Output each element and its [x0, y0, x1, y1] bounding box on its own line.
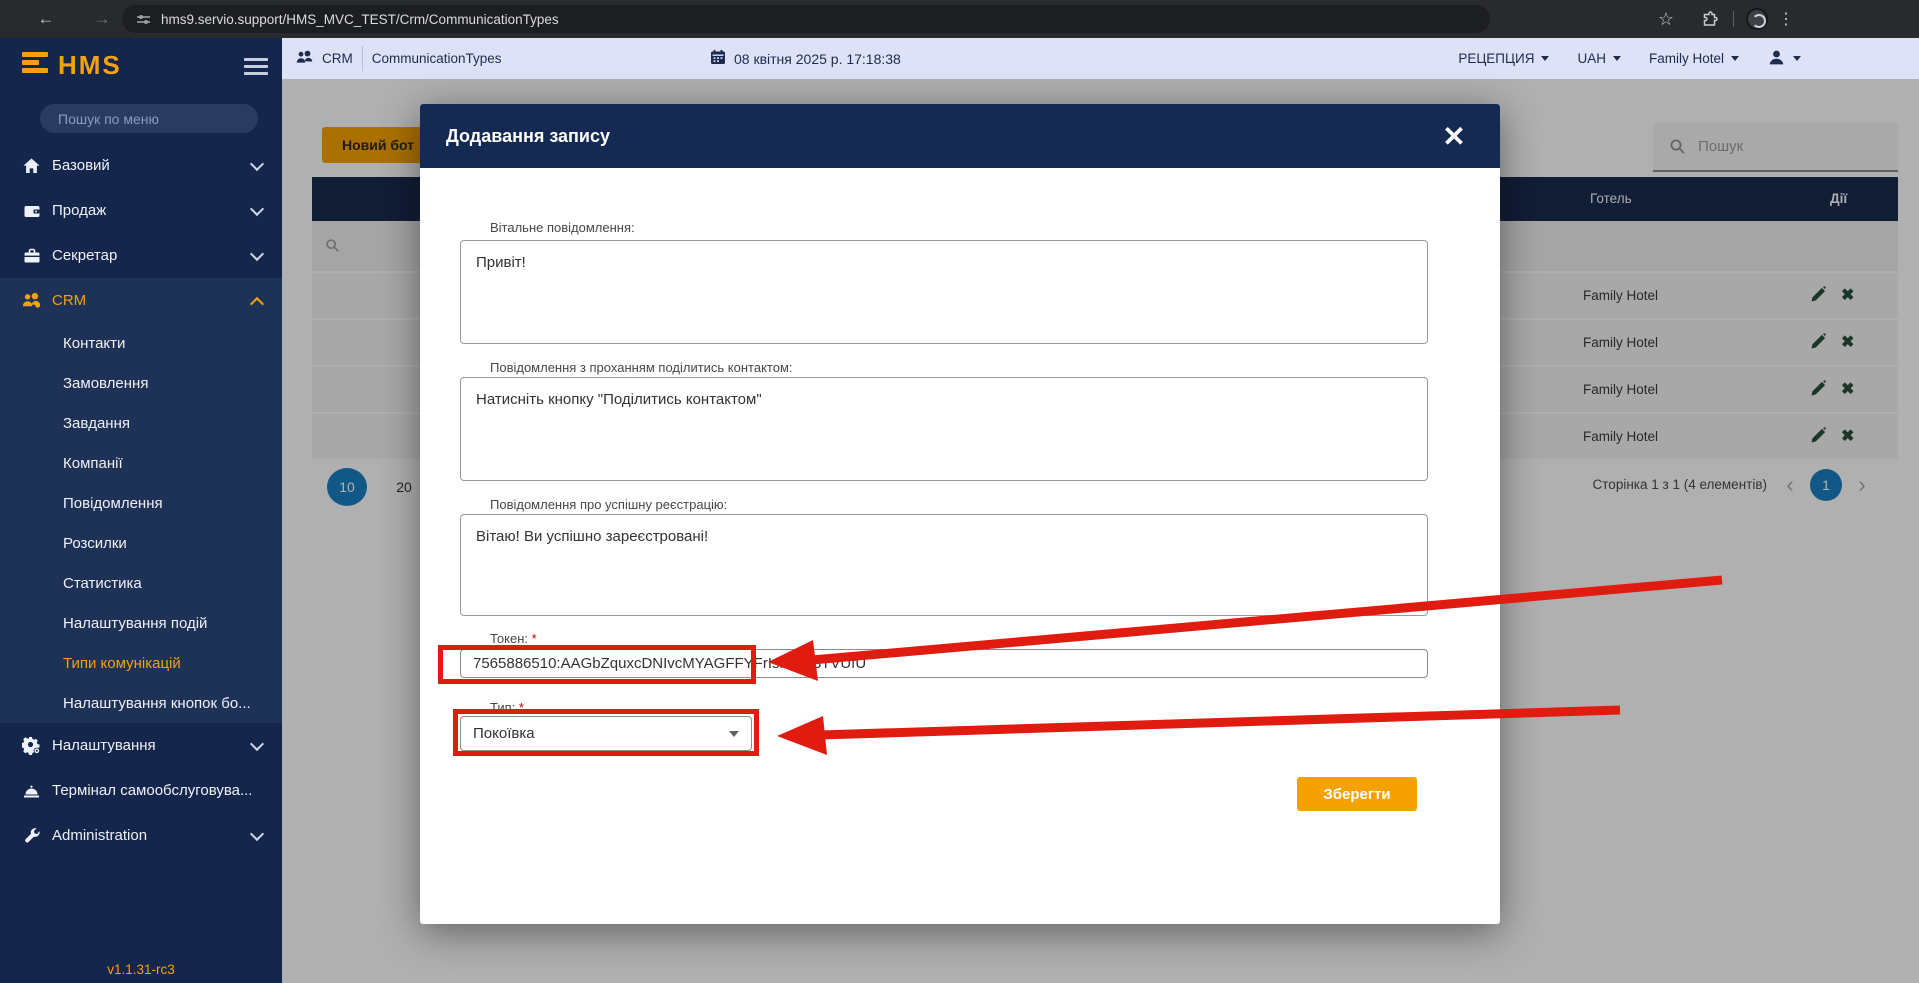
sidebar-item-administration[interactable]: Administration [0, 813, 282, 858]
sidebar-menu: Базовий Продаж Секретар CRM Контакти [0, 143, 282, 858]
sidebar-item-label: Секретар [52, 247, 117, 264]
sidebar-item-sekretar[interactable]: Секретар [0, 233, 282, 278]
chevron-down-icon [250, 201, 264, 215]
modal-title: Додавання запису [446, 104, 610, 168]
briefcase-icon [22, 246, 41, 265]
hotel-label: Family Hotel [1649, 51, 1724, 66]
browser-menu-icon[interactable]: ⋮ [1772, 0, 1800, 38]
sidebar-subitem-zamovlennia[interactable]: Замовлення [0, 363, 282, 403]
breadcrumb-section[interactable]: CRM [322, 51, 353, 66]
breadcrumb-divider [362, 46, 363, 71]
reception-menu[interactable]: РЕЦЕПЦИЯ [1458, 51, 1549, 66]
app-version: v1.1.31-rc3 [0, 962, 282, 977]
chevron-down-icon [1793, 56, 1801, 61]
success-message-label: Повідомлення про успішну реєстрацію: [490, 497, 727, 512]
menu-search-input[interactable] [40, 104, 258, 133]
hamburger-menu-icon[interactable] [244, 58, 268, 75]
welcome-message-label: Вітальне повідомлення: [490, 220, 635, 235]
header-datetime: 08 квітня 2025 р. 17:18:38 [710, 38, 901, 79]
user-icon [1767, 48, 1786, 70]
chevron-down-icon [1731, 56, 1739, 61]
sidebar-item-label: CRM [52, 292, 86, 309]
url-text: hms9.servio.support/HMS_MVC_TEST/Crm/Com… [161, 12, 559, 27]
site-info-icon[interactable] [136, 12, 151, 27]
sidebar-subitem-nalashtuvannia-podii[interactable]: Налаштування подій [0, 603, 282, 643]
bookmark-star-icon[interactable]: ☆ [1652, 0, 1680, 38]
annotation-box-token [438, 645, 756, 684]
browser-address-bar[interactable]: hms9.servio.support/HMS_MVC_TEST/Crm/Com… [122, 5, 1490, 33]
sidebar-item-label: Налаштування [52, 737, 156, 754]
toolbar-divider [1733, 11, 1734, 27]
hms-logo-text: HMS [58, 50, 122, 81]
currency-menu[interactable]: UAH [1577, 51, 1621, 66]
share-contact-message-label: Повідомлення з проханням поділитись конт… [490, 360, 793, 375]
app-header: CRM CommunicationTypes 08 квітня 2025 р.… [282, 38, 1919, 79]
sidebar-subitem-povidomlennia[interactable]: Повідомлення [0, 483, 282, 523]
browser-back-icon[interactable]: ← [32, 0, 60, 38]
sidebar-subitem-kontakty[interactable]: Контакти [0, 323, 282, 363]
datetime-text: 08 квітня 2025 р. 17:18:38 [734, 51, 901, 67]
account-menu[interactable] [1767, 48, 1801, 70]
wrench-icon [22, 826, 41, 845]
sidebar-item-nalashtuvannia[interactable]: Налаштування [0, 723, 282, 768]
chevron-down-icon [250, 246, 264, 260]
sidebar: HMS Базовий Продаж Секретар [0, 38, 282, 983]
chevron-up-icon [250, 296, 264, 310]
chevron-down-icon [1541, 56, 1549, 61]
screen: ← → hms9.servio.support/HMS_MVC_TEST/Crm… [0, 0, 1919, 983]
annotation-box-type [453, 709, 759, 756]
service-bell-icon [22, 781, 41, 800]
chevron-down-icon [250, 156, 264, 170]
browser-profile-avatar[interactable] [1746, 8, 1768, 30]
sidebar-item-bazovyi[interactable]: Базовий [0, 143, 282, 188]
success-message-textarea[interactable]: Вітаю! Ви успішно зареєстровані! [460, 514, 1428, 616]
sidebar-subitem-statystyka[interactable]: Статистика [0, 563, 282, 603]
add-record-modal: Додавання запису ✕ Вітальне повідомлення… [420, 104, 1500, 924]
sidebar-subitem-typy-komunikatsii[interactable]: Типи комунікацій [0, 643, 282, 683]
sidebar-subitem-zavdannia[interactable]: Завдання [0, 403, 282, 443]
sidebar-item-label: Продаж [52, 202, 106, 219]
crm-section: CRM Контакти Замовлення Завдання Компані… [0, 278, 282, 723]
calendar-icon [710, 49, 726, 68]
chevron-down-icon [1613, 56, 1621, 61]
sidebar-item-label: Базовий [52, 157, 110, 174]
chevron-down-icon [250, 826, 264, 840]
hotel-menu[interactable]: Family Hotel [1649, 51, 1739, 66]
browser-forward-icon[interactable]: → [88, 0, 116, 38]
share-contact-message-textarea[interactable]: Натисніть кнопку "Поділитись контактом" [460, 377, 1428, 481]
chevron-down-icon [250, 736, 264, 750]
sidebar-item-label: Термінал самообслуговува... [52, 782, 252, 799]
sidebar-subitem-rozsylky[interactable]: Розсилки [0, 523, 282, 563]
sidebar-item-crm[interactable]: CRM [0, 278, 282, 323]
save-button[interactable]: Зберегти [1297, 777, 1417, 811]
browser-toolbar: ← → hms9.servio.support/HMS_MVC_TEST/Crm… [0, 0, 1919, 38]
welcome-message-textarea[interactable]: Привіт! [460, 240, 1428, 344]
wallet-icon [22, 201, 41, 220]
breadcrumb: CRM CommunicationTypes [296, 38, 502, 79]
sidebar-subitem-kompanii[interactable]: Компанії [0, 443, 282, 483]
sidebar-subitem-nalashtuvannia-knopok[interactable]: Налаштування кнопок бо... [0, 683, 282, 723]
extensions-icon[interactable] [1695, 0, 1723, 38]
reception-label: РЕЦЕПЦИЯ [1458, 51, 1534, 66]
sidebar-item-label: Administration [52, 827, 147, 844]
modal-header: Додавання запису ✕ [420, 104, 1500, 168]
currency-label: UAH [1577, 51, 1606, 66]
required-asterisk: * [532, 631, 537, 646]
crm-people-icon [296, 50, 313, 68]
crm-people-icon [22, 291, 41, 310]
sidebar-item-terminal[interactable]: Термінал самообслуговува... [0, 768, 282, 813]
gear-icon [22, 736, 41, 755]
close-icon[interactable]: ✕ [1438, 120, 1470, 152]
hms-logo-icon [22, 52, 50, 78]
token-label: Токен: * [490, 631, 537, 646]
home-icon [22, 156, 41, 175]
header-right-menu: РЕЦЕПЦИЯ UAH Family Hotel [1458, 38, 1801, 79]
breadcrumb-page[interactable]: CommunicationTypes [372, 51, 502, 66]
sidebar-item-prodazh[interactable]: Продаж [0, 188, 282, 233]
